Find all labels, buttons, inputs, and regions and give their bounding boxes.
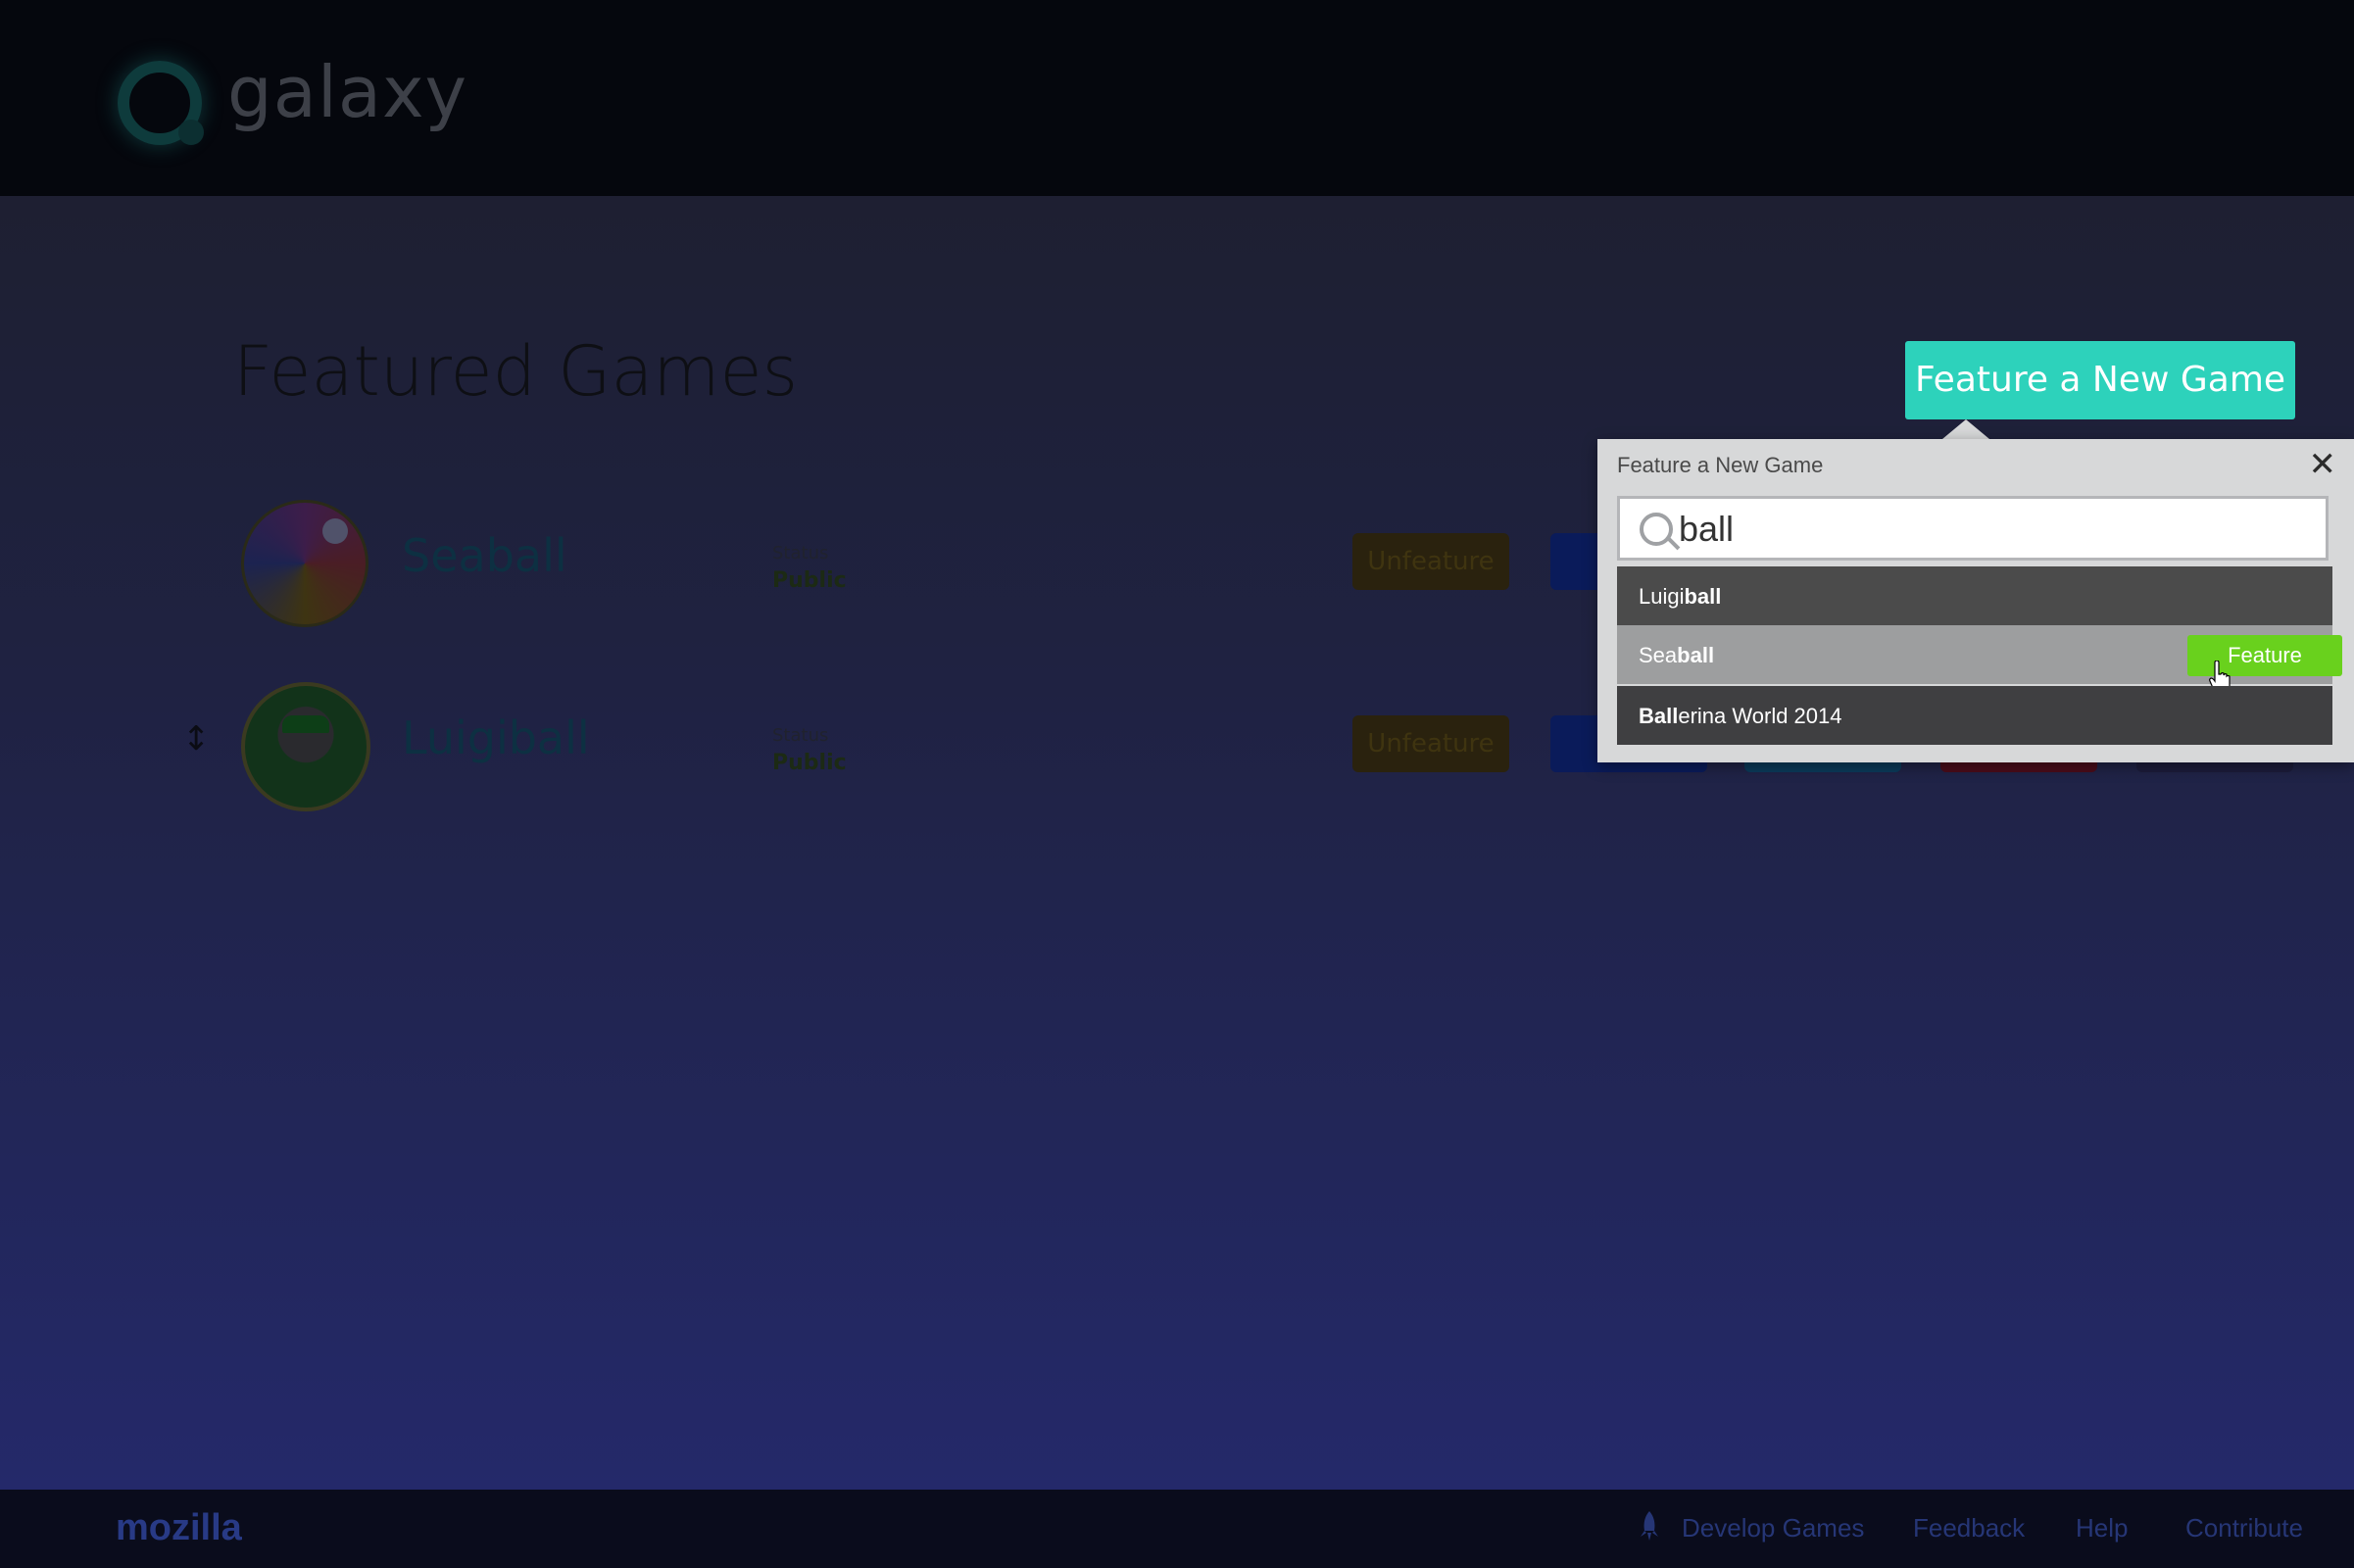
result-label: Ballerina World 2014 — [1639, 704, 1842, 728]
footer: mozilla Develop Games Feedback Help Cont… — [0, 1490, 2354, 1568]
status-value: Public — [772, 568, 847, 593]
popover-arrow — [1942, 419, 1989, 439]
result-label: Luigiball — [1639, 584, 1722, 609]
result-label: Seaball — [1639, 643, 1715, 667]
footer-link-help[interactable]: Help — [2076, 1513, 2128, 1544]
game-name-link[interactable]: Luigiball — [402, 711, 590, 764]
footer-link-contribute[interactable]: Contribute — [2185, 1513, 2303, 1544]
search-field[interactable] — [1617, 496, 2329, 561]
search-icon — [1640, 513, 1673, 546]
brand-name[interactable]: galaxy — [227, 51, 467, 133]
status-value: Public — [772, 751, 847, 775]
game-avatar — [241, 682, 370, 811]
status-label: Status — [772, 543, 829, 564]
status-label: Status — [772, 725, 829, 746]
game-avatar — [241, 500, 368, 627]
search-result-item[interactable]: Luigiball — [1617, 566, 2332, 625]
search-result-item[interactable]: Ballerina World 2014 — [1617, 686, 2332, 745]
search-result-item[interactable]: Seaball Feature — [1617, 625, 2342, 693]
unfeature-button[interactable]: Unfeature — [1352, 715, 1509, 772]
unfeature-button[interactable]: Unfeature — [1352, 533, 1509, 590]
game-name-link[interactable]: Seaball — [402, 529, 567, 582]
footer-link-develop-games[interactable]: Develop Games — [1682, 1513, 1864, 1544]
galaxy-logo-icon[interactable] — [118, 61, 204, 145]
footer-link-feedback[interactable]: Feedback — [1913, 1513, 2025, 1544]
search-input[interactable] — [1679, 507, 2306, 552]
feature-game-popover: Feature a New Game ✕ Luigiball Seaball F… — [1597, 439, 2354, 762]
rocket-icon — [1641, 1511, 1658, 1541]
popover-title: Feature a New Game — [1617, 453, 1824, 477]
mozilla-logo[interactable]: mozilla — [116, 1507, 242, 1549]
top-header: galaxy — [0, 0, 2354, 196]
page-title: Featured Games — [233, 331, 799, 412]
drag-handle-icon[interactable]: ↕ — [182, 719, 211, 759]
close-icon[interactable]: ✕ — [2309, 445, 2337, 484]
feature-new-game-button[interactable]: Feature a New Game — [1905, 341, 2295, 419]
